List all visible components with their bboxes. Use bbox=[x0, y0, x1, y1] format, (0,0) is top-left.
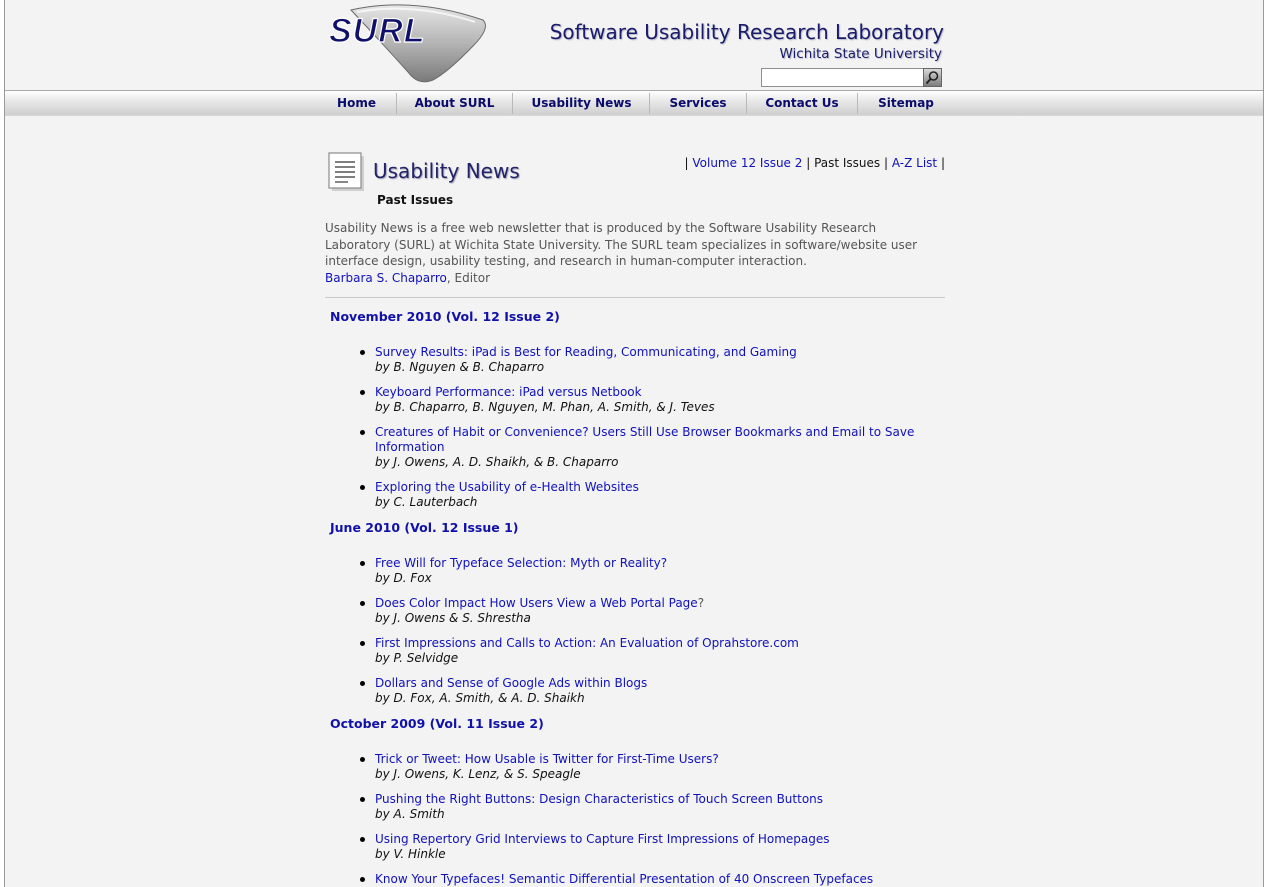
article-item: Survey Results: iPad is Best for Reading… bbox=[325, 345, 945, 375]
article-item: Using Repertory Grid Interviews to Captu… bbox=[325, 832, 945, 862]
article-link[interactable]: Trick or Tweet: How Usable is Twitter fo… bbox=[375, 752, 719, 766]
article-item: Free Will for Typeface Selection: Myth o… bbox=[325, 556, 945, 586]
issue-heading[interactable]: November 2010 (Vol. 12 Issue 2) bbox=[330, 309, 945, 331]
article-link[interactable]: Exploring the Usability of e-Health Webs… bbox=[375, 480, 639, 494]
article-suffix: ? bbox=[697, 596, 705, 610]
page-frame: SURL Software Usability Research Laborat… bbox=[4, 0, 1264, 887]
article-list: Trick or Tweet: How Usable is Twitter fo… bbox=[325, 752, 945, 887]
article-link[interactable]: Does Color Impact How Users View a Web P… bbox=[375, 596, 698, 610]
current-issue-link[interactable]: Volume 12 Issue 2 bbox=[692, 156, 802, 170]
nav-services[interactable]: Services bbox=[656, 91, 740, 115]
article-authors: by A. Smith bbox=[375, 807, 445, 821]
article-authors: by J. Owens, K. Lenz, & S. Speagle bbox=[375, 767, 581, 781]
article-link[interactable]: Dollars and Sense of Google Ads within B… bbox=[375, 676, 647, 690]
article-list: Survey Results: iPad is Best for Reading… bbox=[325, 345, 945, 510]
nav-home[interactable]: Home bbox=[323, 91, 390, 115]
search-button[interactable] bbox=[923, 68, 942, 87]
nav-contact-us[interactable]: Contact Us bbox=[753, 91, 851, 115]
svg-text:SURL: SURL bbox=[329, 12, 426, 50]
issues-list: November 2010 (Vol. 12 Issue 2) Survey R… bbox=[325, 306, 945, 887]
issue-heading[interactable]: June 2010 (Vol. 12 Issue 1) bbox=[330, 520, 945, 542]
article-authors: by B. Nguyen & B. Chaparro bbox=[375, 360, 545, 374]
nav-divider bbox=[746, 93, 747, 114]
main-nav: Home About SURL Usability News Services … bbox=[5, 90, 1263, 116]
article-link[interactable]: Keyboard Performance: iPad versus Netboo… bbox=[375, 385, 642, 399]
article-item: Dollars and Sense of Google Ads within B… bbox=[325, 676, 945, 706]
intro-text: Usability News is a free web newsletter … bbox=[325, 221, 918, 268]
issue-links: | Volume 12 Issue 2 | Past Issues | A-Z … bbox=[684, 156, 945, 170]
nav-divider bbox=[857, 93, 858, 114]
article-item: Exploring the Usability of e-Health Webs… bbox=[325, 480, 945, 510]
article-item: First Impressions and Calls to Action: A… bbox=[325, 636, 945, 666]
article-link[interactable]: Using Repertory Grid Interviews to Captu… bbox=[375, 832, 830, 846]
article-item: Does Color Impact How Users View a Web P… bbox=[325, 596, 945, 626]
search-input[interactable] bbox=[761, 68, 925, 87]
divider bbox=[325, 297, 945, 298]
site-header: SURL Software Usability Research Laborat… bbox=[5, 0, 1263, 90]
article-item: Keyboard Performance: iPad versus Netboo… bbox=[325, 385, 945, 415]
issue-section: June 2010 (Vol. 12 Issue 1) Free Will fo… bbox=[325, 520, 945, 706]
issue-section: October 2009 (Vol. 11 Issue 2) Trick or … bbox=[325, 716, 945, 887]
article-authors: by D. Fox bbox=[375, 571, 432, 585]
past-issues-label: Past Issues bbox=[814, 156, 881, 170]
article-item: Creatures of Habit or Convenience? Users… bbox=[325, 425, 945, 470]
nav-usability-news[interactable]: Usability News bbox=[519, 91, 644, 115]
article-link[interactable]: Know Your Typefaces! Semantic Differenti… bbox=[375, 872, 873, 886]
issue-heading[interactable]: October 2009 (Vol. 11 Issue 2) bbox=[330, 716, 945, 738]
article-item: Pushing the Right Buttons: Design Charac… bbox=[325, 792, 945, 822]
article-item: Know Your Typefaces! Semantic Differenti… bbox=[325, 872, 945, 887]
nav-divider bbox=[512, 93, 513, 114]
nav-divider bbox=[396, 93, 397, 114]
lab-name: Software Usability Research Laboratory bbox=[549, 20, 944, 44]
article-link[interactable]: Creatures of Habit or Convenience? Users… bbox=[375, 425, 914, 454]
university-name: Wichita State University bbox=[779, 46, 942, 62]
editor-link[interactable]: Barbara S. Chaparro bbox=[325, 271, 447, 285]
az-list-link[interactable]: A-Z List bbox=[892, 156, 937, 170]
article-authors: by J. Owens, A. D. Shaikh, & B. Chaparro bbox=[375, 455, 619, 469]
article-list: Free Will for Typeface Selection: Myth o… bbox=[325, 556, 945, 706]
article-authors: by B. Chaparro, B. Nguyen, M. Phan, A. S… bbox=[375, 400, 715, 414]
nav-divider bbox=[649, 93, 650, 114]
article-link[interactable]: Free Will for Typeface Selection: Myth o… bbox=[375, 556, 667, 570]
article-authors: by C. Lauterbach bbox=[375, 495, 478, 509]
article-authors: by J. Owens & S. Shrestha bbox=[375, 611, 531, 625]
nav-about-surl[interactable]: About SURL bbox=[403, 91, 506, 115]
article-authors: by D. Fox, A. Smith, & A. D. Shaikh bbox=[375, 691, 585, 705]
page-title: Usability News bbox=[373, 159, 520, 183]
article-link[interactable]: Pushing the Right Buttons: Design Charac… bbox=[375, 792, 823, 806]
article-item: Trick or Tweet: How Usable is Twitter fo… bbox=[325, 752, 945, 782]
surl-logo[interactable]: SURL bbox=[323, 2, 493, 86]
issue-section: November 2010 (Vol. 12 Issue 2) Survey R… bbox=[325, 309, 945, 510]
search-icon bbox=[925, 71, 939, 85]
editor-role: , Editor bbox=[446, 270, 491, 285]
nav-sitemap[interactable]: Sitemap bbox=[864, 91, 948, 115]
intro-paragraph: Usability News is a free web newsletter … bbox=[325, 220, 945, 286]
article-link[interactable]: Survey Results: iPad is Best for Reading… bbox=[375, 345, 797, 359]
page-subtitle: Past Issues bbox=[377, 193, 454, 207]
article-authors: by V. Hinkle bbox=[375, 847, 446, 861]
document-icon bbox=[328, 152, 364, 191]
article-authors: by P. Selvidge bbox=[375, 651, 459, 665]
article-link[interactable]: First Impressions and Calls to Action: A… bbox=[375, 636, 799, 650]
